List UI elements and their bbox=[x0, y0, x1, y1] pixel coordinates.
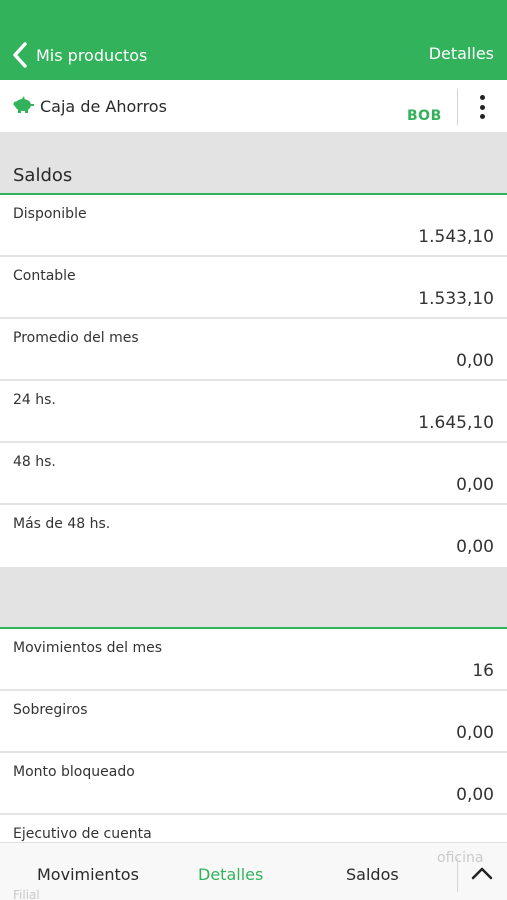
section-title: Saldos bbox=[13, 165, 73, 186]
divider bbox=[457, 858, 458, 892]
chevron-up-icon[interactable] bbox=[470, 865, 494, 881]
detail-row: Movimientos del mes 16 bbox=[0, 629, 507, 691]
row-label: Más de 48 hs. bbox=[13, 516, 111, 532]
page-title: Detalles bbox=[428, 44, 494, 63]
row-label: Disponible bbox=[13, 206, 87, 222]
divider bbox=[457, 89, 458, 125]
row-value: 1.533,10 bbox=[418, 289, 494, 309]
more-options-button[interactable] bbox=[470, 92, 494, 122]
row-label: 24 hs. bbox=[13, 392, 56, 408]
row-value: 16 bbox=[472, 661, 494, 681]
piggy-bank-icon bbox=[13, 96, 34, 113]
balance-row: Promedio del mes 0,00 bbox=[0, 319, 507, 381]
balance-row: 24 hs. 1.645,10 bbox=[0, 381, 507, 443]
row-value: 1.645,10 bbox=[418, 413, 494, 433]
row-label: Monto bloqueado bbox=[13, 764, 135, 780]
partial-label: Filial bbox=[13, 888, 40, 900]
row-label: Movimientos del mes bbox=[13, 640, 163, 656]
dot-icon bbox=[479, 104, 485, 110]
dot-icon bbox=[479, 95, 485, 100]
row-label: Contable bbox=[13, 268, 76, 284]
tab-movimientos[interactable]: Movimientos bbox=[37, 865, 139, 884]
balance-row: Más de 48 hs. 0,00 bbox=[0, 505, 507, 567]
row-label: Ejecutivo de cuenta bbox=[13, 826, 152, 842]
balance-row: 48 hs. 0,00 bbox=[0, 443, 507, 505]
currency-label: BOB bbox=[407, 108, 442, 124]
product-name: Caja de Ahorros bbox=[40, 97, 167, 116]
row-value: 0,00 bbox=[456, 537, 494, 557]
product-selector[interactable]: Caja de Ahorros BOB bbox=[0, 80, 507, 133]
dot-icon bbox=[479, 114, 485, 119]
row-value: 0,00 bbox=[456, 723, 494, 743]
row-label: Sobregiros bbox=[13, 702, 88, 718]
back-label: Mis productos bbox=[36, 45, 148, 65]
section-header-saldos: Saldos bbox=[0, 133, 507, 195]
row-label: Promedio del mes bbox=[13, 330, 139, 346]
row-value: 0,00 bbox=[456, 785, 494, 805]
tab-saldos[interactable]: Saldos bbox=[346, 865, 399, 884]
detail-row: Sobregiros 0,00 bbox=[0, 691, 507, 753]
app-header: Mis productos Detalles bbox=[0, 0, 507, 80]
tab-detalles[interactable]: Detalles bbox=[198, 865, 263, 884]
row-value: 0,00 bbox=[456, 475, 494, 495]
balance-row: Disponible 1.543,10 bbox=[0, 195, 507, 257]
chevron-left-icon bbox=[13, 42, 27, 68]
section-header-details bbox=[0, 567, 507, 629]
row-label: 48 hs. bbox=[13, 454, 56, 470]
bottom-tab-bar: oficina Filial Movimientos Detalles Sald… bbox=[0, 842, 507, 900]
row-value: 1.543,10 bbox=[418, 227, 494, 247]
balance-row: Contable 1.533,10 bbox=[0, 257, 507, 319]
back-button[interactable]: Mis productos bbox=[10, 38, 147, 72]
detail-row: Monto bloqueado 0,00 bbox=[0, 753, 507, 815]
partial-label: oficina bbox=[437, 850, 484, 866]
row-value: 0,00 bbox=[456, 351, 494, 371]
